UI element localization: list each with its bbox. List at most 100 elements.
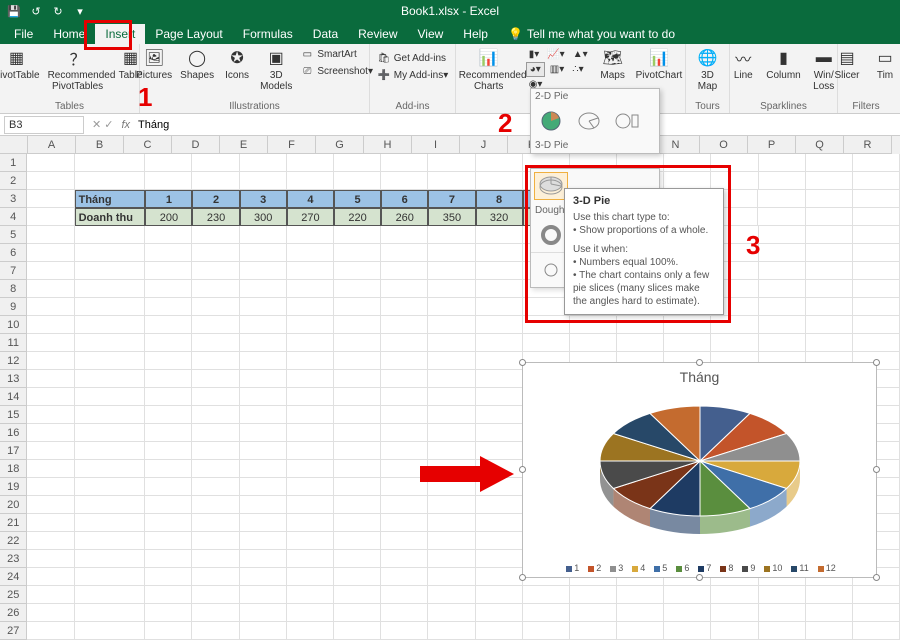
cell[interactable] [381, 532, 428, 550]
cell[interactable] [617, 604, 664, 622]
cell[interactable] [287, 334, 334, 352]
cell[interactable] [27, 280, 74, 298]
cell[interactable] [381, 316, 428, 334]
cell[interactable] [711, 316, 758, 334]
cell[interactable] [75, 568, 146, 586]
cell[interactable] [287, 298, 334, 316]
cell[interactable] [287, 496, 334, 514]
cell[interactable] [806, 172, 853, 190]
cell[interactable] [192, 586, 239, 604]
row-header[interactable]: 25 [0, 586, 27, 604]
cell[interactable] [428, 244, 475, 262]
cell[interactable] [806, 154, 853, 172]
cell[interactable] [334, 352, 381, 370]
col-header[interactable]: D [172, 136, 220, 154]
col-header[interactable]: G [316, 136, 364, 154]
area-chart-button[interactable]: ▲▾ [570, 48, 591, 61]
maps-button[interactable]: 🗺Maps [595, 46, 631, 83]
cell[interactable] [428, 586, 475, 604]
row-header[interactable]: 2 [0, 172, 27, 190]
row-header[interactable]: 21 [0, 514, 27, 532]
get-addins-button[interactable]: 🛍Get Add-ins [374, 50, 452, 66]
cell[interactable] [240, 604, 287, 622]
cell[interactable] [523, 586, 570, 604]
cell[interactable] [192, 226, 239, 244]
cell[interactable] [75, 406, 146, 424]
cell[interactable] [145, 622, 192, 640]
chart-title[interactable]: Tháng [523, 363, 876, 391]
cell[interactable] [759, 586, 806, 604]
cell[interactable] [759, 280, 806, 298]
cell[interactable]: 220 [334, 208, 381, 226]
cell[interactable] [853, 154, 900, 172]
cell[interactable] [145, 298, 192, 316]
cell[interactable] [570, 334, 617, 352]
cell[interactable] [240, 226, 287, 244]
row-header[interactable]: 7 [0, 262, 27, 280]
pie-bar-option[interactable] [610, 107, 644, 135]
col-header[interactable]: O [700, 136, 748, 154]
pictures-button[interactable]: 🖼Pictures [133, 46, 175, 83]
cell[interactable] [381, 280, 428, 298]
cell[interactable] [192, 424, 239, 442]
cell[interactable] [145, 316, 192, 334]
cell[interactable] [27, 442, 74, 460]
row-header[interactable]: 14 [0, 388, 27, 406]
cell[interactable] [334, 334, 381, 352]
cell[interactable] [853, 298, 900, 316]
cell[interactable] [27, 352, 74, 370]
cell[interactable] [806, 190, 853, 208]
cell[interactable] [240, 298, 287, 316]
cell[interactable] [664, 154, 711, 172]
cell[interactable] [145, 172, 192, 190]
cell[interactable] [192, 622, 239, 640]
cell[interactable] [476, 352, 523, 370]
cell[interactable] [334, 298, 381, 316]
cell[interactable] [381, 370, 428, 388]
recommended-pivottables-button[interactable]: ？Recommended PivotTables [45, 46, 111, 94]
cell[interactable] [27, 568, 74, 586]
cell[interactable] [240, 442, 287, 460]
cell[interactable] [145, 568, 192, 586]
cell[interactable] [145, 334, 192, 352]
cell[interactable] [428, 352, 475, 370]
cell[interactable] [428, 622, 475, 640]
cell[interactable] [192, 478, 239, 496]
cell[interactable] [334, 604, 381, 622]
slicer-button[interactable]: ▤Slicer [829, 46, 865, 83]
cell[interactable]: 7 [428, 190, 475, 208]
cell[interactable] [240, 550, 287, 568]
row-header[interactable]: 10 [0, 316, 27, 334]
cell[interactable] [711, 154, 758, 172]
cell[interactable] [334, 496, 381, 514]
cell[interactable] [334, 172, 381, 190]
cell[interactable] [334, 514, 381, 532]
pivotchart-button[interactable]: 📊PivotChart [633, 46, 686, 83]
cell[interactable] [806, 208, 853, 226]
cell[interactable] [523, 334, 570, 352]
cell[interactable] [145, 478, 192, 496]
cell[interactable] [192, 316, 239, 334]
cell[interactable] [476, 568, 523, 586]
cell[interactable] [617, 622, 664, 640]
cell[interactable] [75, 334, 146, 352]
shapes-button[interactable]: ◯Shapes [177, 46, 217, 83]
cell[interactable] [476, 172, 523, 190]
cell[interactable] [145, 388, 192, 406]
row-header[interactable]: 27 [0, 622, 27, 640]
cell[interactable] [240, 586, 287, 604]
cell[interactable] [428, 568, 475, 586]
cell[interactable] [759, 298, 806, 316]
sparkline-column-button[interactable]: ▮Column [763, 46, 803, 83]
cell[interactable]: 5 [334, 190, 381, 208]
cell[interactable] [476, 388, 523, 406]
line-chart-button[interactable]: 📈▾ [544, 48, 567, 61]
cell[interactable] [75, 172, 146, 190]
cell[interactable] [75, 586, 146, 604]
undo-icon[interactable]: ↺ [28, 3, 44, 19]
cell[interactable] [75, 388, 146, 406]
cell[interactable] [240, 406, 287, 424]
cell[interactable] [192, 604, 239, 622]
hier-chart-button[interactable]: ▥▾ [547, 62, 567, 77]
cell[interactable] [240, 334, 287, 352]
